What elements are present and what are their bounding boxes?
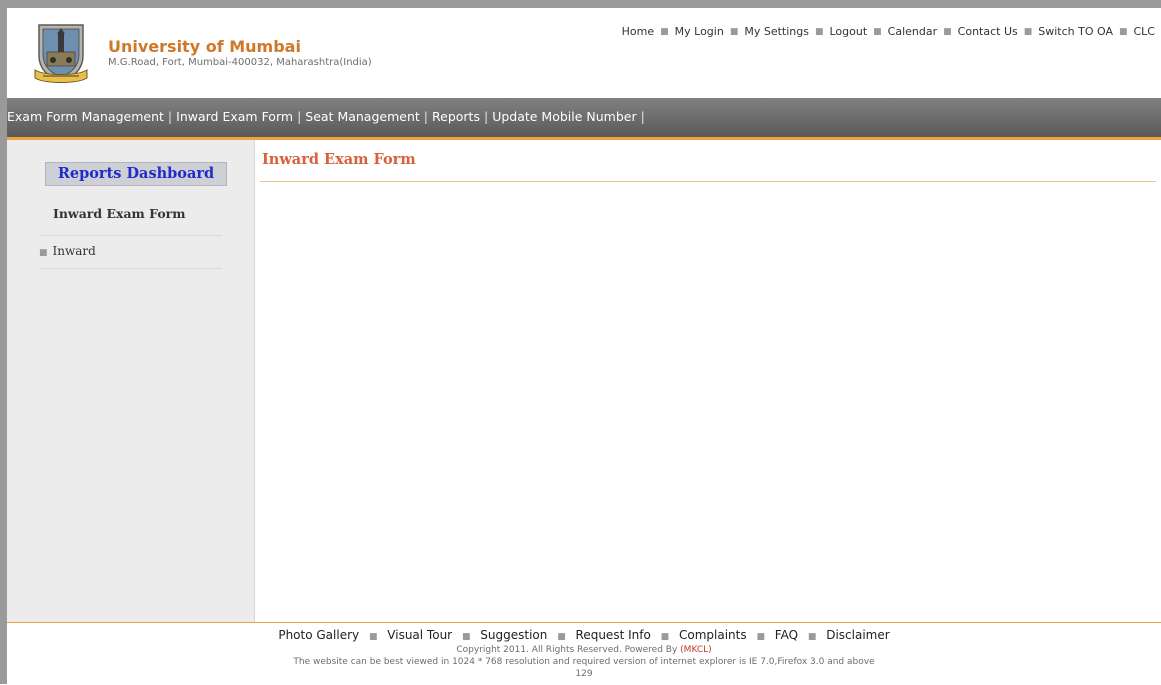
copyright-text: Copyright 2011. All Rights Reserved. Pow… xyxy=(456,645,678,655)
bullet-icon: ■ xyxy=(873,26,882,37)
nav-separator: | xyxy=(483,109,489,124)
site-header: University of Mumbai M.G.Road, Fort, Mum… xyxy=(7,8,1161,98)
bullet-icon: ■ xyxy=(729,26,739,37)
sidebar-item-label: Inward xyxy=(52,244,96,258)
top-link-clc[interactable]: CLC xyxy=(1134,25,1156,38)
nav-separator: | xyxy=(297,109,302,124)
sidebar-item-inward[interactable]: ■ Inward xyxy=(39,244,96,258)
nav-seat-management[interactable]: Seat Management xyxy=(305,109,420,124)
footer-links: Photo Gallery ■ Visual Tour ■ Suggestion… xyxy=(7,628,1161,642)
top-link-calendar[interactable]: Calendar xyxy=(888,25,937,38)
resolution-note: The website can be best viewed in 1024 *… xyxy=(293,657,875,667)
main-nav-bar: Exam Form Management | Inward Exam Form | Se… xyxy=(7,98,1161,140)
visitor-counter: 129 xyxy=(575,669,593,679)
reports-dashboard-button[interactable]: Reports Dashboard xyxy=(45,162,227,186)
mkcl-link[interactable]: (MKCL) xyxy=(680,645,712,655)
window-frame-top xyxy=(0,0,1161,8)
footer-link-request-info[interactable]: Request Info xyxy=(576,628,651,642)
main-content: Inward Exam Form xyxy=(256,140,1161,622)
site-footer: Photo Gallery ■ Visual Tour ■ Suggestion… xyxy=(7,622,1161,685)
bullet-icon: ■ xyxy=(368,632,378,642)
bullet-icon: ■ xyxy=(557,632,566,642)
bullet-icon: ■ xyxy=(660,26,669,37)
top-link-home[interactable]: Home xyxy=(622,25,654,38)
window-frame-left xyxy=(0,0,7,684)
bullet-icon: ■ xyxy=(756,632,765,642)
top-link-my-login[interactable]: My Login xyxy=(675,25,724,38)
bullet-icon: ■ xyxy=(1118,26,1128,37)
footer-link-photo-gallery[interactable]: Photo Gallery xyxy=(278,628,359,642)
bullet-icon: ■ xyxy=(807,632,817,642)
sidebar-divider xyxy=(40,268,222,269)
sidebar-heading: Inward Exam Form xyxy=(53,206,186,221)
footer-copyright: Copyright 2011. All Rights Reserved. Pow… xyxy=(7,645,1161,655)
nav-update-mobile-number[interactable]: Update Mobile Number xyxy=(492,109,636,124)
bullet-icon: ■ xyxy=(660,632,670,642)
university-name: University of Mumbai xyxy=(108,37,301,56)
footer-link-complaints[interactable]: Complaints xyxy=(679,628,747,642)
nav-separator: | xyxy=(167,109,173,124)
top-link-switch-to-oa[interactable]: Switch TO OA xyxy=(1038,25,1113,38)
sidebar-divider xyxy=(40,235,222,236)
university-address: M.G.Road, Fort, Mumbai-400032, Maharasht… xyxy=(108,57,372,68)
nav-separator: | xyxy=(640,109,645,124)
footer-link-disclaimer[interactable]: Disclaimer xyxy=(826,628,889,642)
university-emblem-icon xyxy=(34,24,88,83)
top-links: Home ■ My Login ■ My Settings ■ Logout ■… xyxy=(622,25,1155,38)
top-link-logout[interactable]: Logout xyxy=(829,25,867,38)
bullet-icon: ■ xyxy=(1023,26,1033,37)
page-title: Inward Exam Form xyxy=(262,151,416,168)
top-link-contact-us[interactable]: Contact Us xyxy=(958,25,1018,38)
footer-link-faq[interactable]: FAQ xyxy=(775,628,798,642)
nav-inward-exam-form[interactable]: Inward Exam Form xyxy=(176,109,293,124)
bullet-icon: ■ xyxy=(39,248,48,258)
bullet-icon: ■ xyxy=(943,26,952,37)
footer-link-visual-tour[interactable]: Visual Tour xyxy=(387,628,452,642)
top-link-my-settings[interactable]: My Settings xyxy=(744,25,809,38)
university-logo[interactable] xyxy=(33,22,89,86)
main-nav: Exam Form Management | Inward Exam Form | Se… xyxy=(7,109,649,124)
nav-reports[interactable]: Reports xyxy=(432,109,480,124)
title-divider xyxy=(260,181,1156,182)
sidebar: Reports Dashboard Inward Exam Form ■ Inwa… xyxy=(7,140,255,622)
nav-exam-form-management[interactable]: Exam Form Management xyxy=(7,109,164,124)
nav-separator: | xyxy=(423,109,429,124)
bullet-icon: ■ xyxy=(461,632,471,642)
bullet-icon: ■ xyxy=(814,26,824,37)
footer-link-suggestion[interactable]: Suggestion xyxy=(480,628,547,642)
